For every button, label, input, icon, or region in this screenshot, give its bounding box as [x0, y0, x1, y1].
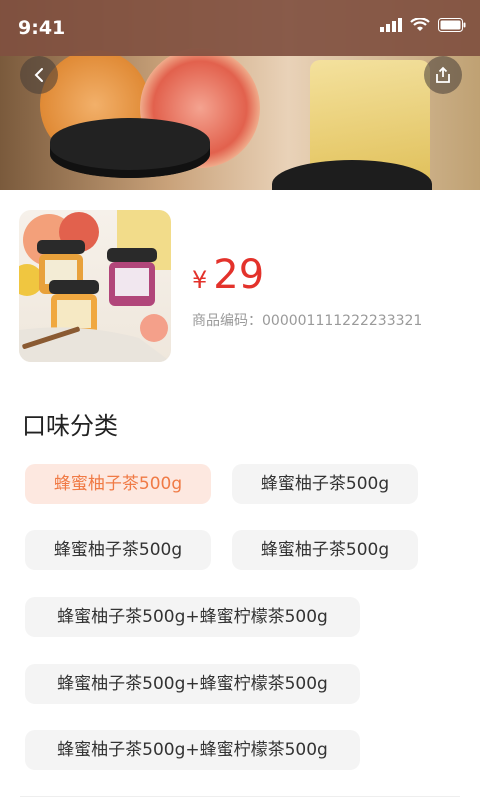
- price: ¥ 29: [192, 252, 264, 298]
- status-bar: 9:41: [0, 0, 480, 56]
- flavor-option[interactable]: 蜂蜜柚子茶500g: [25, 464, 211, 504]
- flavor-section-title: 口味分类: [22, 412, 118, 440]
- divider: [20, 796, 460, 797]
- back-icon: [34, 68, 43, 82]
- product-jars-image: [19, 210, 171, 362]
- product-sheet: ¥ 29 商品编码：000001111222233321 口味分类 蜂蜜柚子茶5…: [0, 190, 480, 800]
- flavor-option[interactable]: 蜂蜜柚子茶500g+蜂蜜柠檬茶500g: [25, 664, 360, 704]
- share-icon: [436, 66, 450, 83]
- product-thumbnail[interactable]: [19, 210, 171, 362]
- status-icons: [380, 18, 466, 32]
- flavor-option[interactable]: 蜂蜜柚子茶500g+蜂蜜柠檬茶500g: [25, 730, 360, 770]
- hero-jar-lid: [50, 118, 210, 178]
- wifi-icon: [410, 18, 430, 31]
- signal-icon: [380, 18, 402, 32]
- flavor-option[interactable]: 蜂蜜柚子茶500g: [232, 530, 418, 570]
- back-button[interactable]: [20, 56, 58, 94]
- battery-icon: [438, 18, 466, 32]
- flavor-option[interactable]: 蜂蜜柚子茶500g: [25, 530, 211, 570]
- flavor-option[interactable]: 蜂蜜柚子茶500g: [232, 464, 418, 504]
- price-value: 29: [213, 252, 265, 298]
- flavor-option[interactable]: 蜂蜜柚子茶500g+蜂蜜柠檬茶500g: [25, 597, 360, 637]
- status-time: 9:41: [18, 17, 66, 39]
- price-symbol: ¥: [192, 266, 208, 294]
- product-sku: 商品编码：000001111222233321: [192, 313, 423, 329]
- share-button[interactable]: [424, 56, 462, 94]
